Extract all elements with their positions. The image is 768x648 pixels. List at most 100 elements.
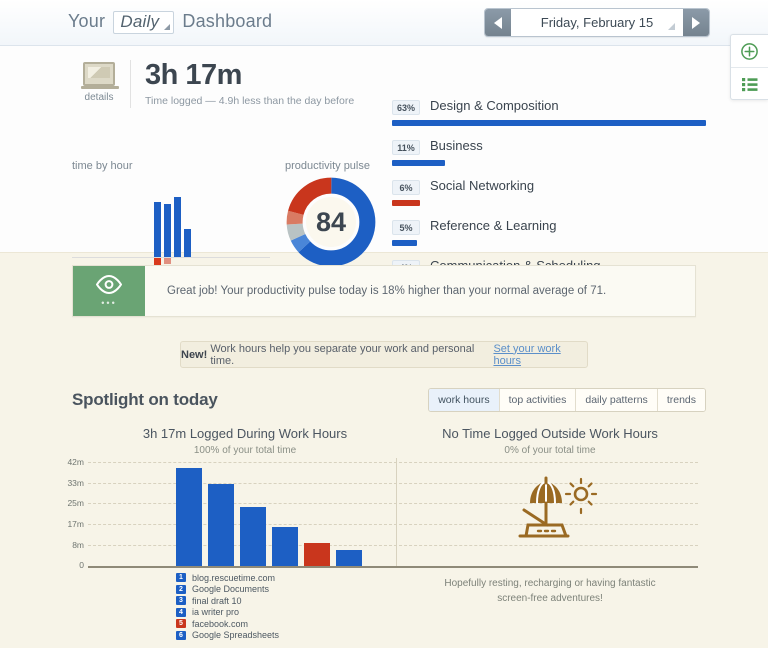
date-display[interactable]: Friday, February 15 <box>511 9 683 36</box>
total-time-logged: 3h 17m <box>145 60 354 90</box>
legend-label: Google Documents <box>192 584 269 594</box>
set-work-hours-link[interactable]: Set your work hours <box>493 343 587 367</box>
hour-bar <box>154 202 161 257</box>
tab-trends[interactable]: trends <box>658 389 705 411</box>
page-header: Your Daily Dashboard Friday, February 15 <box>0 0 768 46</box>
legend-index: 2 <box>176 585 186 594</box>
chevron-down-icon <box>164 24 170 30</box>
time-by-hour-label: time by hour <box>72 160 133 172</box>
time-summary: details 3h 17m Time logged — 4.9h less t… <box>72 60 354 108</box>
outside-hours-heading-sub: 0% of your total time <box>400 445 700 456</box>
pulse-score: 84 <box>306 197 356 247</box>
title-prefix: Your <box>68 11 105 31</box>
productivity-notice: ••• Great job! Your productivity pulse t… <box>72 265 696 317</box>
activity-bar <box>336 550 362 566</box>
outside-hours-heading-main: No Time Logged Outside Work Hours <box>400 426 700 441</box>
legend-item[interactable]: 6 Google Spreadsheets <box>176 630 279 642</box>
hour-chart-baseline <box>72 257 270 258</box>
category-name: Design & Composition <box>430 98 559 113</box>
work-hours-banner-text: Work hours help you separate your work a… <box>210 343 488 367</box>
category-bar <box>392 200 420 206</box>
y-tick-label: 0 <box>79 560 84 570</box>
category-percent: 5% <box>392 220 420 235</box>
chevron-right-icon <box>692 17 700 29</box>
prev-day-button[interactable] <box>485 9 511 36</box>
work-hours-heading-sub: 100% of your total time <box>90 445 400 456</box>
legend-index: 1 <box>176 573 186 582</box>
page-title: Your Daily Dashboard <box>68 11 272 34</box>
category-row[interactable]: 5% Reference & Learning <box>392 218 706 258</box>
legend-item[interactable]: 3 final draft 10 <box>176 595 279 607</box>
category-name: Reference & Learning <box>430 218 556 233</box>
notice-icon-area: ••• <box>73 266 145 316</box>
list-icon <box>741 76 759 92</box>
legend-index: 3 <box>176 596 186 605</box>
next-day-button[interactable] <box>683 9 709 36</box>
hour-bar <box>184 229 191 257</box>
chart-divider <box>396 458 397 566</box>
category-row[interactable]: 6% Social Networking <box>392 178 706 218</box>
legend-index: 6 <box>176 631 186 640</box>
monitor-icon <box>83 62 115 86</box>
spotlight-title: Spotlight on today <box>72 390 218 410</box>
chart-legend: 1 blog.rescuetime.com 2 Google Documents… <box>176 572 279 641</box>
total-time-subtitle: Time logged — 4.9h less than the day bef… <box>145 95 354 107</box>
legend-label: ia writer pro <box>192 607 239 617</box>
list-button[interactable] <box>731 67 768 99</box>
outside-hours-chart-heading: No Time Logged Outside Work Hours 0% of … <box>400 426 700 456</box>
date-picker[interactable]: Friday, February 15 <box>484 8 710 37</box>
notice-text: Great job! Your productivity pulse today… <box>145 266 695 316</box>
chevron-down-icon <box>668 23 675 30</box>
legend-index: 5 <box>176 619 186 628</box>
legend-item[interactable]: 1 blog.rescuetime.com <box>176 572 279 584</box>
legend-label: Google Spreadsheets <box>192 630 279 640</box>
category-bar <box>392 120 706 126</box>
category-percent: 63% <box>392 100 420 115</box>
dashboard-page: Your Daily Dashboard Friday, February 15 <box>0 0 768 648</box>
chevron-left-icon <box>494 17 502 29</box>
period-select-value: Daily <box>120 12 159 31</box>
hour-bar <box>174 197 181 257</box>
tab-work-hours[interactable]: work hours <box>429 389 499 411</box>
category-row[interactable]: 11% Business <box>392 138 706 178</box>
spotlight-tabs: work hours top activities daily patterns… <box>428 388 706 412</box>
activity-bar <box>176 468 202 566</box>
details-button[interactable]: details <box>72 60 126 103</box>
beach-illustration <box>490 473 610 549</box>
legend-item[interactable]: 2 Google Documents <box>176 584 279 596</box>
hour-bar-negative <box>164 258 171 264</box>
legend-item[interactable]: 4 ia writer pro <box>176 607 279 619</box>
work-hours-banner: New! Work hours help you separate your w… <box>180 341 588 368</box>
tab-top-activities[interactable]: top activities <box>500 389 577 411</box>
work-hours-chart-heading: 3h 17m Logged During Work Hours 100% of … <box>90 426 400 456</box>
outside-hours-message-line2: screen-free adventures! <box>400 591 700 606</box>
category-row[interactable]: 63% Design & Composition <box>392 98 706 138</box>
tab-daily-patterns[interactable]: daily patterns <box>576 389 657 411</box>
date-value: Friday, February 15 <box>541 15 653 30</box>
activity-bar <box>208 484 234 566</box>
outside-hours-message: Hopefully resting, recharging or having … <box>400 576 700 606</box>
details-label: details <box>72 92 126 103</box>
productivity-pulse-label: productivity pulse <box>285 160 370 172</box>
add-icon <box>740 42 759 61</box>
productivity-pulse-donut[interactable]: 84 <box>283 174 379 270</box>
y-tick-label: 33m <box>67 478 84 488</box>
title-suffix: Dashboard <box>182 11 272 31</box>
period-select[interactable]: Daily <box>113 11 174 34</box>
eye-icon <box>96 275 122 294</box>
legend-index: 4 <box>176 608 186 617</box>
add-button[interactable] <box>731 35 768 67</box>
y-tick-label: 25m <box>67 498 84 508</box>
notice-dots: ••• <box>101 298 116 308</box>
activity-bar <box>272 527 298 566</box>
legend-label: final draft 10 <box>192 596 242 606</box>
legend-item[interactable]: 5 facebook.com <box>176 618 279 630</box>
category-name: Social Networking <box>430 178 534 193</box>
category-name: Business <box>430 138 483 153</box>
category-percent: 11% <box>392 140 420 155</box>
legend-label: blog.rescuetime.com <box>192 573 275 583</box>
y-tick-label: 42m <box>67 457 84 467</box>
category-percent: 6% <box>392 180 420 195</box>
time-by-hour-chart[interactable] <box>72 174 270 269</box>
legend-label: facebook.com <box>192 619 248 629</box>
